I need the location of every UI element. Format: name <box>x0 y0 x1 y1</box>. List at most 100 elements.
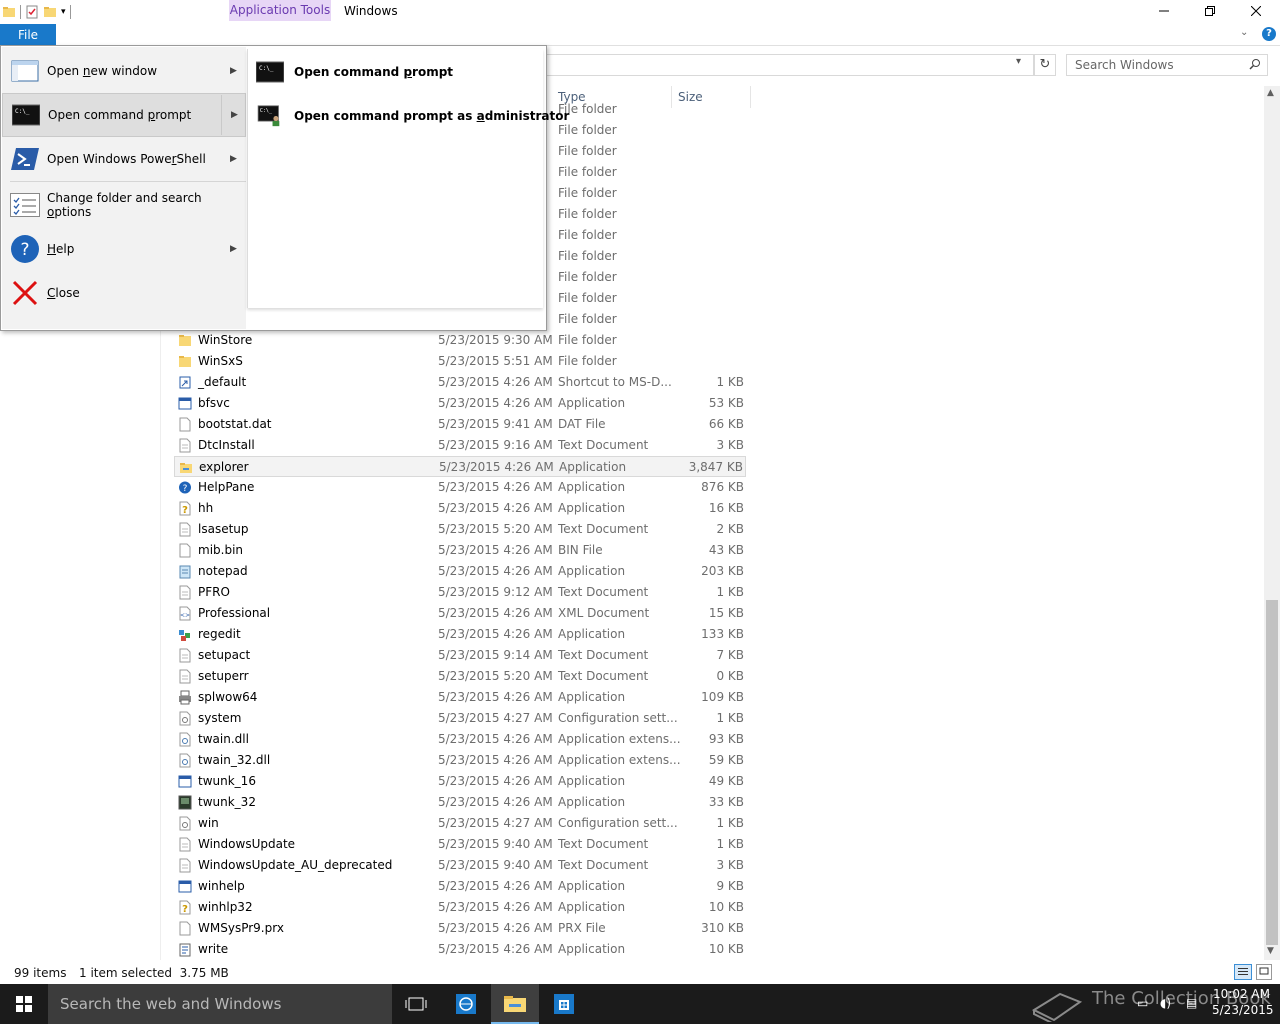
file-name: winhlp32 <box>198 900 253 914</box>
taskbar-clock[interactable]: 10:02 AM 5/23/2015 <box>1212 986 1274 1018</box>
file-row[interactable]: setuperr 5/23/2015 5:20 AM Text Document 0 … <box>174 666 746 687</box>
file-row[interactable]: lsasetup 5/23/2015 5:20 AM Text Document 2 … <box>174 519 746 540</box>
file-type: File folder <box>558 333 617 347</box>
menu-item-label: Open command prompt <box>48 108 192 122</box>
restore-button[interactable] <box>1187 0 1233 22</box>
file-type: Text Document <box>558 858 649 872</box>
menu-item-close[interactable]: Close <box>2 271 246 315</box>
file-row[interactable]: ? HelpPane 5/23/2015 4:26 AM Application 876… <box>174 477 746 498</box>
column-divider[interactable] <box>750 86 751 108</box>
expand-ribbon-icon[interactable]: ⌄ <box>1240 27 1248 38</box>
svg-text:C:\_: C:\_ <box>259 65 274 72</box>
window-title: Windows <box>344 4 398 18</box>
file-row[interactable]: WinSxS 5/23/2015 5:51 AM File folder <box>174 351 746 372</box>
taskbar-store-button[interactable] <box>540 984 588 1024</box>
taskbar-file-explorer-button[interactable] <box>491 984 539 1024</box>
folder-icon[interactable] <box>2 5 16 19</box>
file-row[interactable]: twunk_16 5/23/2015 4:26 AM Application 49 K… <box>174 771 746 792</box>
file-type: Application extens... <box>558 732 681 746</box>
application-icon <box>178 396 192 411</box>
help-icon[interactable]: ? <box>1262 27 1276 41</box>
scroll-up-icon[interactable]: ▲ <box>1267 88 1274 98</box>
file-date: 5/23/2015 4:26 AM <box>438 375 553 389</box>
menu-item-open-new-window[interactable]: Open new window ▶ <box>2 49 246 93</box>
file-row[interactable]: win 5/23/2015 4:27 AM Configuration sett..… <box>174 813 746 834</box>
file-row[interactable]: splwow64 5/23/2015 4:26 AM Application 109 … <box>174 687 746 708</box>
file-row[interactable]: twain.dll 5/23/2015 4:26 AM Application ex… <box>174 729 746 750</box>
help-icon: ? <box>178 480 192 495</box>
taskbar-edge-button[interactable] <box>442 984 490 1024</box>
file-type: Application <box>558 564 626 578</box>
file-type: File folder <box>558 207 617 221</box>
file-row[interactable]: DtcInstall 5/23/2015 9:16 AM Text Document… <box>174 435 746 456</box>
menu-item-help[interactable]: ? Help ▶ <box>2 227 246 271</box>
menu-item-open-command-prompt[interactable]: C:\_ Open command prompt ▶ <box>2 93 246 137</box>
close-window-button[interactable] <box>1233 0 1279 22</box>
start-button[interactable] <box>0 984 48 1024</box>
notepad-icon <box>178 564 192 579</box>
file-type: File folder <box>558 123 617 137</box>
file-date: 5/23/2015 9:16 AM <box>438 438 553 452</box>
menu-item-open-windows-powershell[interactable]: Open Windows PowerShell ▶ <box>2 137 246 181</box>
status-bar: 99 items 1 item selected 3.75 MB <box>0 962 1280 984</box>
svg-text:?: ? <box>183 484 188 494</box>
scroll-down-icon[interactable]: ▼ <box>1267 946 1274 956</box>
submenu-item-open-command-prompt-admin[interactable]: C:\_ Open command prompt as administrato… <box>256 99 569 133</box>
file-row[interactable]: twain_32.dll 5/23/2015 4:26 AM Application… <box>174 750 746 771</box>
help-file-icon: ? <box>178 501 192 516</box>
close-icon <box>1251 6 1261 16</box>
file-row[interactable]: system 5/23/2015 4:27 AM Configuration set… <box>174 708 746 729</box>
file-row[interactable]: WMSysPr9.prx 5/23/2015 4:26 AM PRX File 310… <box>174 918 746 939</box>
file-row[interactable]: WinStore 5/23/2015 9:30 AM File folder <box>174 330 746 351</box>
svg-text:C:\_: C:\_ <box>260 108 273 114</box>
application-tools-tab[interactable]: Application Tools <box>229 0 331 21</box>
file-size: 310 KB <box>701 921 744 935</box>
properties-icon[interactable] <box>25 5 39 19</box>
menu-item-change-folder-options[interactable]: Change folder and search options <box>2 183 246 227</box>
file-row[interactable]: twunk_32 5/23/2015 4:26 AM Application 33 K… <box>174 792 746 813</box>
network-icon[interactable]: ▭ <box>1137 996 1148 1010</box>
file-row[interactable]: bootstat.dat 5/23/2015 9:41 AM DAT File 66 … <box>174 414 746 435</box>
text-file-icon <box>178 585 192 600</box>
file-row[interactable]: regedit 5/23/2015 4:26 AM Application 133 K… <box>174 624 746 645</box>
file-row[interactable]: ? winhlp32 5/23/2015 4:26 AM Application 10 … <box>174 897 746 918</box>
file-row[interactable]: write 5/23/2015 4:26 AM Application 10 KB <box>174 939 746 960</box>
large-icons-view-button[interactable] <box>1256 964 1272 980</box>
submenu-item-open-command-prompt[interactable]: C:\_ Open command prompt <box>256 55 453 89</box>
navigation-pane[interactable] <box>0 322 160 962</box>
file-row[interactable]: setupact 5/23/2015 9:14 AM Text Document 7 … <box>174 645 746 666</box>
taskbar-search-input[interactable]: Search the web and Windows <box>48 984 392 1024</box>
refresh-button[interactable]: ↻ <box>1034 54 1056 76</box>
file-row[interactable]: winhelp 5/23/2015 4:26 AM Application 9 KB <box>174 876 746 897</box>
file-type: File folder <box>558 354 617 368</box>
address-dropdown-icon[interactable]: ▾ <box>1016 56 1021 67</box>
search-input[interactable]: Search Windows <box>1066 54 1268 76</box>
refresh-icon: ↻ <box>1039 57 1051 72</box>
new-folder-icon[interactable] <box>43 5 57 19</box>
command-prompt-submenu: C:\_ Open command prompt C:\_ Open comma… <box>247 49 569 308</box>
file-name: bootstat.dat <box>198 417 272 431</box>
file-row[interactable]: _default 5/23/2015 4:26 AM Shortcut to MS-… <box>174 372 746 393</box>
file-row[interactable]: <> Professional 5/23/2015 4:26 AM XML Docum… <box>174 603 746 624</box>
minimize-button[interactable] <box>1141 0 1187 22</box>
file-row[interactable]: ? hh 5/23/2015 4:26 AM Application 16 KB <box>174 498 746 519</box>
file-row[interactable]: WindowsUpdate_AU_deprecated 5/23/2015 9:4… <box>174 855 746 876</box>
customize-toolbar-arrow-icon[interactable]: ▾ <box>61 7 66 17</box>
scrollbar-thumb[interactable] <box>1266 600 1278 945</box>
file-row[interactable]: notepad 5/23/2015 4:26 AM Application 203 K… <box>174 561 746 582</box>
file-row[interactable]: WindowsUpdate 5/23/2015 9:40 AM Text Docum… <box>174 834 746 855</box>
address-bar[interactable] <box>546 54 1034 76</box>
file-row[interactable]: explorer 5/23/2015 4:26 AM Application 3,84… <box>174 456 746 477</box>
volume-icon[interactable]: ◖) <box>1160 996 1171 1010</box>
dll-icon <box>178 753 192 768</box>
details-view-button[interactable] <box>1234 964 1252 980</box>
close-icon <box>10 278 40 308</box>
action-center-icon[interactable]: ▤ <box>1186 996 1197 1010</box>
help-circle-icon: ? <box>10 234 40 264</box>
file-row[interactable]: PFRO 5/23/2015 9:12 AM Text Document 1 KB <box>174 582 746 603</box>
file-row[interactable]: mib.bin 5/23/2015 4:26 AM BIN File 43 KB <box>174 540 746 561</box>
printer-icon <box>178 690 192 705</box>
file-tab[interactable]: File <box>0 24 56 46</box>
task-view-button[interactable] <box>392 984 440 1024</box>
file-row[interactable]: bfsvc 5/23/2015 4:26 AM Application 53 KB <box>174 393 746 414</box>
